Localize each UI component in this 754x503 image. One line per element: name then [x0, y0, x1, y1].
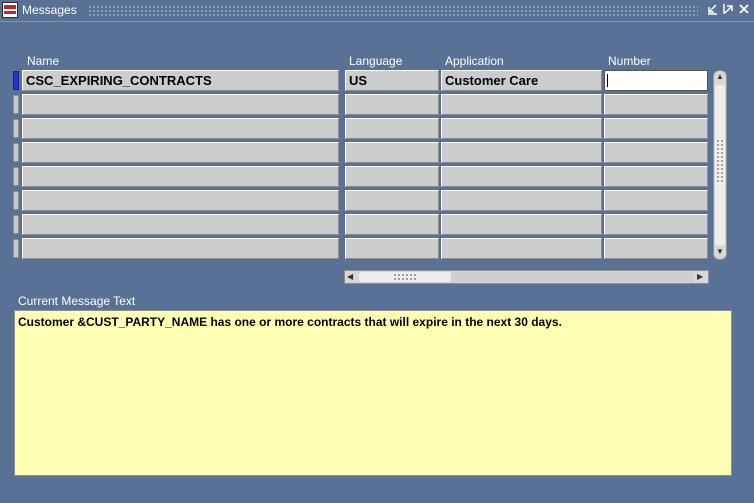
- application-field[interactable]: [441, 238, 602, 259]
- language-field[interactable]: [345, 166, 439, 187]
- column-header-name: Name: [27, 54, 60, 68]
- oracle-app-icon: [2, 2, 18, 18]
- record-indicator[interactable]: [13, 191, 19, 210]
- text-cursor: [607, 74, 608, 87]
- number-field[interactable]: [604, 94, 708, 115]
- scroll-up-arrow-icon[interactable]: ▲: [716, 73, 724, 81]
- name-field[interactable]: [22, 190, 339, 211]
- current-record-indicator[interactable]: [13, 71, 19, 90]
- titlebar-texture: [88, 5, 698, 16]
- application-field[interactable]: [441, 190, 602, 211]
- application-field[interactable]: [441, 214, 602, 235]
- maximize-icon[interactable]: [721, 3, 735, 17]
- application-field[interactable]: [441, 166, 602, 187]
- record-indicator[interactable]: [13, 215, 19, 234]
- name-field[interactable]: [22, 238, 339, 259]
- number-field[interactable]: [604, 142, 708, 163]
- record-indicator[interactable]: [13, 95, 19, 114]
- grip-icon: [716, 139, 724, 183]
- language-field[interactable]: [345, 94, 439, 115]
- scroll-left-arrow-icon[interactable]: ◀: [347, 273, 353, 281]
- record-indicator[interactable]: [13, 239, 19, 258]
- record-indicator[interactable]: [13, 167, 19, 186]
- column-header-number: Number: [608, 54, 651, 68]
- number-field[interactable]: [604, 238, 708, 259]
- current-message-textarea[interactable]: Customer &CUST_PARTY_NAME has one or mor…: [14, 310, 732, 476]
- number-field[interactable]: [604, 166, 708, 187]
- horizontal-scrollbar[interactable]: ◀ ▶: [344, 270, 709, 284]
- name-field[interactable]: [22, 118, 339, 139]
- current-message-label: Current Message Text: [18, 294, 136, 308]
- application-field[interactable]: [441, 118, 602, 139]
- language-field[interactable]: [345, 238, 439, 259]
- column-header-language: Language: [349, 54, 403, 68]
- window-title: Messages: [22, 3, 77, 17]
- application-field[interactable]: Customer Care: [441, 70, 602, 91]
- horizontal-scroll-track[interactable]: [451, 272, 693, 282]
- language-field[interactable]: US: [345, 70, 439, 91]
- record-indicator[interactable]: [13, 143, 19, 162]
- name-field[interactable]: CSC_EXPIRING_CONTRACTS: [22, 70, 339, 91]
- language-field[interactable]: [345, 190, 439, 211]
- language-field[interactable]: [345, 142, 439, 163]
- number-field[interactable]: [604, 214, 708, 235]
- name-field[interactable]: [22, 94, 339, 115]
- column-header-application: Application: [445, 54, 504, 68]
- grip-icon: [393, 273, 417, 281]
- name-field[interactable]: [22, 214, 339, 235]
- application-field[interactable]: [441, 142, 602, 163]
- name-field[interactable]: [22, 166, 339, 187]
- number-field[interactable]: [604, 118, 708, 139]
- current-message-text: Customer &CUST_PARTY_NAME has one or mor…: [18, 315, 562, 329]
- record-indicator[interactable]: [13, 119, 19, 138]
- number-input[interactable]: [604, 70, 708, 91]
- minimize-icon[interactable]: [705, 3, 719, 17]
- scroll-right-arrow-icon[interactable]: ▶: [697, 273, 703, 281]
- application-field[interactable]: [441, 94, 602, 115]
- name-field[interactable]: [22, 142, 339, 163]
- language-field[interactable]: [345, 118, 439, 139]
- close-icon[interactable]: [737, 3, 751, 17]
- number-field[interactable]: [604, 190, 708, 211]
- language-field[interactable]: [345, 214, 439, 235]
- window-titlebar[interactable]: Messages: [0, 0, 754, 22]
- vertical-scrollbar[interactable]: ▲ ▼: [713, 70, 727, 260]
- scroll-down-arrow-icon[interactable]: ▼: [716, 248, 724, 256]
